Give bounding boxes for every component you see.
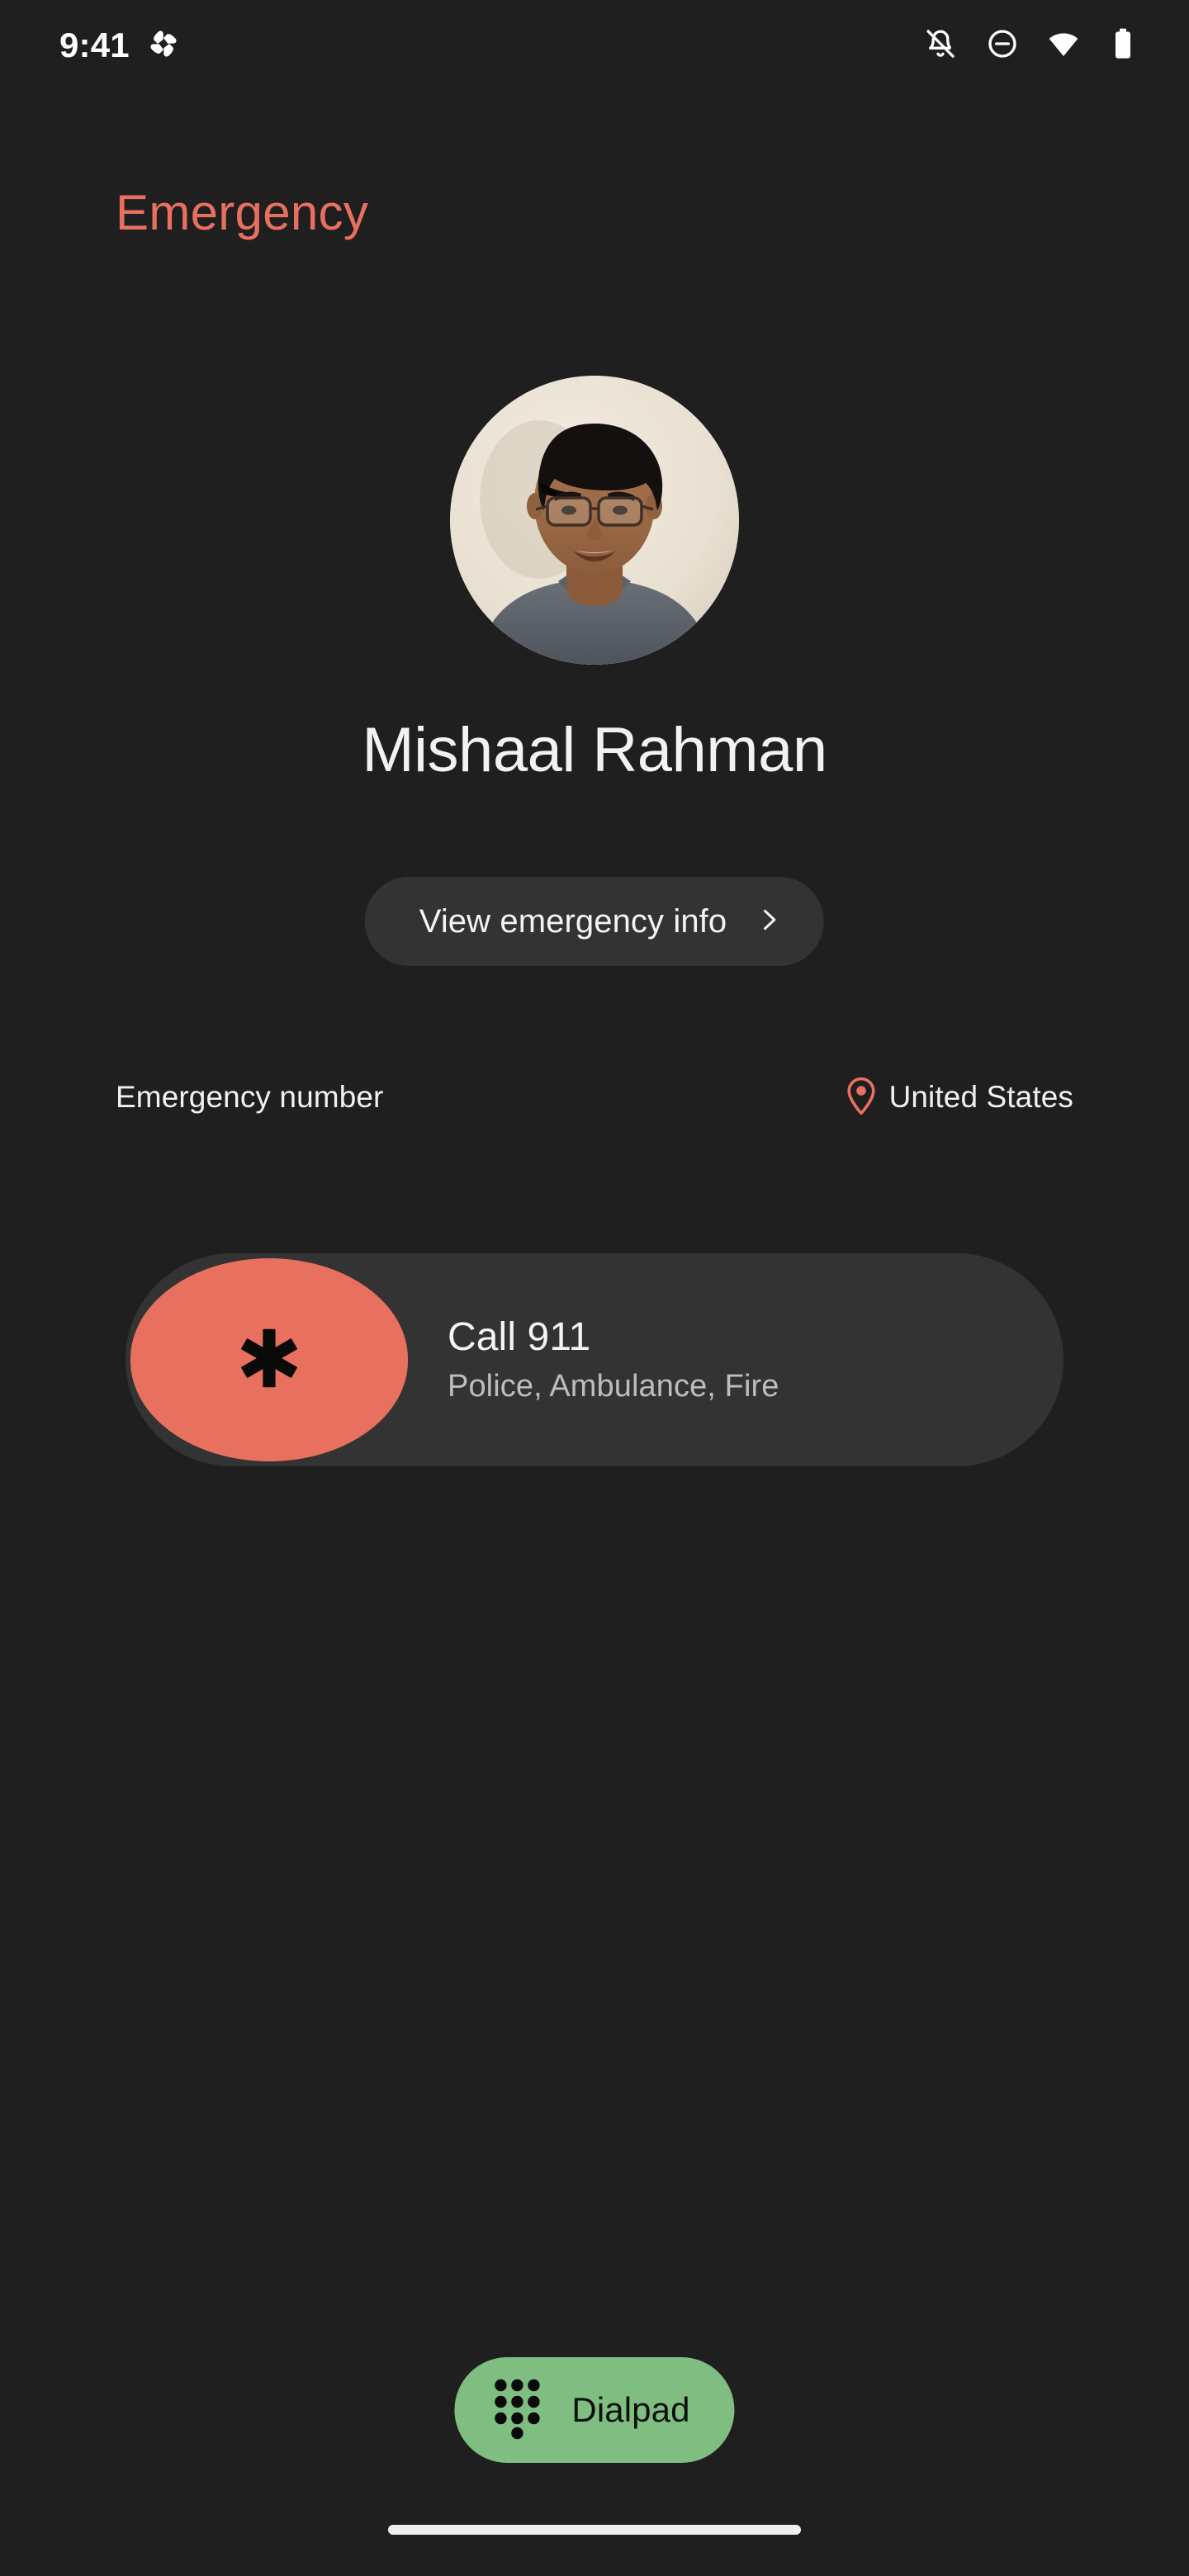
page-owner-name: Mishaal Rahman [362, 715, 827, 785]
status-bar-right [923, 26, 1138, 65]
emergency-dialer-screen: 9:41 Emergency Mishaal Rahman View emerg… [0, 0, 1189, 2576]
view-emergency-info-label: View emergency info [419, 902, 727, 940]
region-name: United States [888, 1080, 1073, 1114]
emergency-call-texts: Call 911 Police, Ambulance, Fire [448, 1314, 779, 1405]
battery-full-icon [1108, 27, 1138, 64]
view-emergency-info-button[interactable]: View emergency info [364, 877, 825, 966]
asterisk-emergency-icon [230, 1319, 309, 1402]
status-bar-left: 9:41 [59, 28, 179, 64]
location-pin-icon [845, 1077, 878, 1119]
emergency-number-label: Emergency number [116, 1080, 384, 1114]
region-indicator: United States [845, 1077, 1073, 1119]
emergency-number-header: Emergency number United States [116, 1073, 1073, 1121]
emergency-call-title: Call 911 [448, 1315, 591, 1360]
emergency-call-subtitle: Police, Ambulance, Fire [448, 1369, 779, 1404]
status-bar-clock: 9:41 [59, 26, 130, 64]
avatar [450, 376, 739, 665]
emergency-call-badge[interactable] [130, 1258, 408, 1461]
page-title: Emergency [116, 185, 369, 240]
do-not-disturb-icon [986, 27, 1019, 64]
status-bar: 9:41 [0, 0, 1189, 91]
chevron-right-icon [755, 906, 783, 938]
clover-app-icon [148, 28, 179, 64]
home-indicator[interactable] [388, 2525, 801, 2535]
emergency-call-entry[interactable]: Call 911 Police, Ambulance, Fire [126, 1253, 1063, 1466]
dialpad-dots-icon [492, 2377, 542, 2444]
dialpad-button[interactable]: Dialpad [454, 2357, 735, 2463]
notifications-off-icon [923, 26, 958, 65]
avatar-photo [450, 376, 739, 665]
dialpad-label: Dialpad [571, 2390, 690, 2429]
wifi-icon [1047, 27, 1080, 64]
